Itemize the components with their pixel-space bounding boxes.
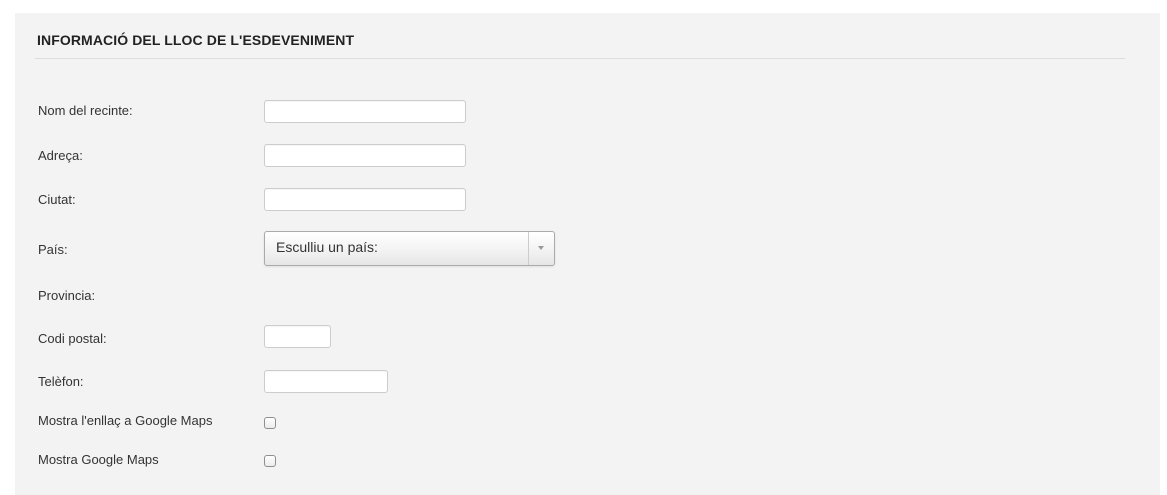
phone-label: Telèfon: (38, 374, 84, 389)
country-label: País: (38, 242, 68, 257)
section-title: INFORMACIÓ DEL LLOC DE L'ESDEVENIMENT (37, 32, 355, 48)
show-maps-checkbox[interactable] (264, 455, 276, 467)
show-maps-label: Mostra Google Maps (38, 452, 159, 467)
venue-name-input[interactable] (264, 100, 466, 123)
phone-input[interactable] (264, 370, 388, 393)
address-input[interactable] (264, 144, 466, 167)
venue-info-panel: INFORMACIÓ DEL LLOC DE L'ESDEVENIMENT No… (15, 13, 1160, 495)
country-select[interactable]: Esculliu un país: (264, 231, 555, 266)
show-maps-link-checkbox[interactable] (264, 417, 276, 429)
venue-name-label: Nom del recinte: (38, 103, 133, 118)
section-divider (35, 58, 1125, 59)
postal-code-input[interactable] (264, 325, 331, 348)
chevron-down-icon (538, 246, 544, 250)
postal-code-label: Codi postal: (38, 331, 107, 346)
address-label: Adreça: (38, 148, 83, 163)
city-input[interactable] (264, 188, 466, 211)
province-label: Provincia: (38, 288, 96, 303)
country-select-value: Esculliu un país: (276, 239, 378, 255)
show-maps-link-label: Mostra l'enllaç a Google Maps (38, 413, 213, 428)
country-select-toggle[interactable] (528, 232, 554, 265)
city-label: Ciutat: (38, 192, 76, 207)
